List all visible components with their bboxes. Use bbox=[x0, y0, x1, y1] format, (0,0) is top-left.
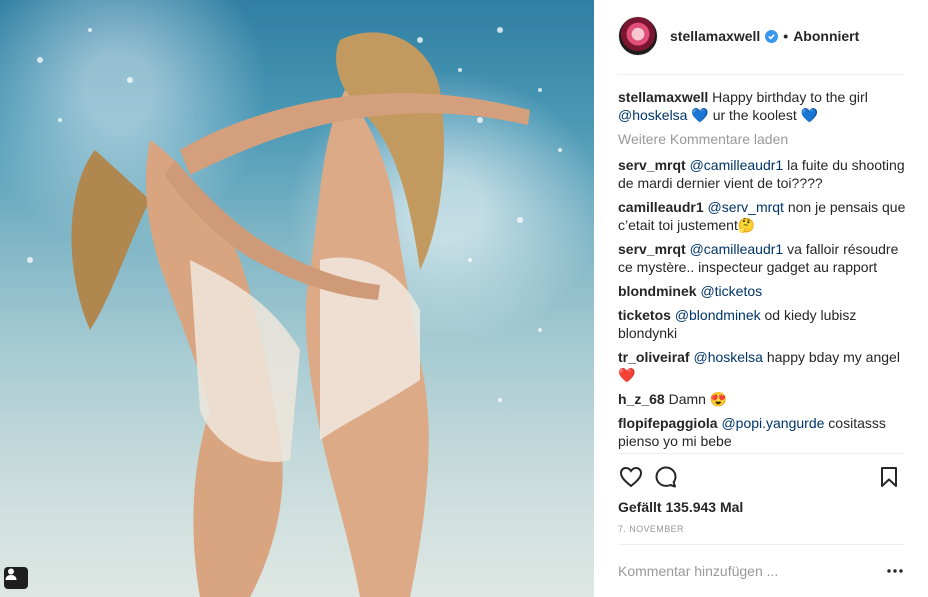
comment: blondminek @ticketos bbox=[618, 282, 908, 300]
photo-illustration bbox=[27, 27, 562, 597]
caption-text-1: Happy birthday to the girl bbox=[712, 89, 868, 105]
heart-eyes-emoji: 😍 bbox=[709, 391, 728, 407]
comment-username[interactable]: serv_mrqt bbox=[618, 157, 686, 173]
comment: serv_mrqt @camilleaudr1 la fuite du shoo… bbox=[618, 156, 908, 192]
more-options-icon[interactable] bbox=[886, 563, 904, 579]
comment-mention[interactable]: @serv_mrqt bbox=[708, 199, 784, 215]
comment: flopifepaggiola @popi.yangurde cositasss… bbox=[618, 414, 908, 450]
caption-mention[interactable]: @hoskelsa bbox=[618, 107, 687, 123]
red-heart-emoji: ❤️ bbox=[618, 367, 636, 383]
load-more-comments-link[interactable]: Weitere Kommentare laden bbox=[618, 130, 908, 148]
actions-divider bbox=[618, 453, 904, 454]
thinking-face-emoji: 🤔 bbox=[737, 217, 756, 233]
verified-badge-icon bbox=[765, 29, 779, 43]
heart-icon[interactable] bbox=[618, 464, 644, 490]
comment-mention[interactable]: @hoskelsa bbox=[693, 349, 762, 365]
comment-mention[interactable]: @camilleaudr1 bbox=[690, 241, 784, 257]
comment-icon[interactable] bbox=[653, 464, 679, 490]
comment-mention[interactable]: @camilleaudr1 bbox=[690, 157, 784, 173]
comment-username[interactable]: camilleaudr1 bbox=[618, 199, 704, 215]
comment: tr_oliveiraf @hoskelsa happy bday my ang… bbox=[618, 348, 908, 384]
comments-list: stellamaxwell Happy birthday to the girl… bbox=[618, 88, 908, 456]
post-date: 7. NOVEMBER bbox=[618, 524, 684, 534]
comment-text: happy bday my angel bbox=[766, 349, 900, 365]
comment-username[interactable]: blondminek bbox=[618, 283, 697, 299]
post-header: stellamaxwell • Abonniert bbox=[618, 16, 904, 56]
comment-username[interactable]: serv_mrqt bbox=[618, 241, 686, 257]
comment-text: Damn bbox=[668, 391, 706, 407]
caption: stellamaxwell Happy birthday to the girl… bbox=[618, 88, 908, 124]
comment-mention[interactable]: @popi.yangurde bbox=[721, 415, 824, 431]
comment: camilleaudr1 @serv_mrqt non je pensais q… bbox=[618, 198, 908, 234]
comment-username[interactable]: h_z_68 bbox=[618, 391, 665, 407]
bookmark-icon[interactable] bbox=[876, 464, 902, 490]
post-photo[interactable] bbox=[0, 0, 594, 597]
comment: serv_mrqt @camilleaudr1 va falloir résou… bbox=[618, 240, 908, 276]
comment-mention[interactable]: @ticketos bbox=[700, 283, 762, 299]
blue-heart-emoji: 💙 bbox=[800, 107, 819, 123]
caption-username[interactable]: stellamaxwell bbox=[618, 89, 708, 105]
blue-heart-emoji: 💙 bbox=[691, 107, 709, 123]
action-bar bbox=[618, 462, 904, 490]
likes-count[interactable]: Gefällt 135.943 Mal bbox=[618, 499, 743, 515]
avatar[interactable] bbox=[618, 16, 658, 56]
separator-dot: • bbox=[783, 28, 789, 44]
comment-username[interactable]: tr_oliveiraf bbox=[618, 349, 690, 365]
comment: ticketos @blondminek od kiedy lubisz blo… bbox=[618, 306, 908, 342]
comment-username[interactable]: flopifepaggiola bbox=[618, 415, 718, 431]
comment-divider bbox=[618, 544, 904, 545]
header-divider bbox=[618, 74, 904, 75]
post-panel: stellamaxwell • Abonniert stellamaxwell … bbox=[594, 0, 928, 597]
caption-text-2: ur the koolest bbox=[712, 107, 797, 123]
follow-status-button[interactable]: Abonniert bbox=[793, 28, 859, 44]
comment: h_z_68 Damn 😍 bbox=[618, 390, 908, 408]
comment-mention[interactable]: @blondminek bbox=[675, 307, 761, 323]
header-username[interactable]: stellamaxwell bbox=[670, 28, 760, 44]
comment-input[interactable] bbox=[618, 560, 868, 582]
user-tag-icon[interactable] bbox=[4, 567, 28, 589]
comment-username[interactable]: ticketos bbox=[618, 307, 671, 323]
